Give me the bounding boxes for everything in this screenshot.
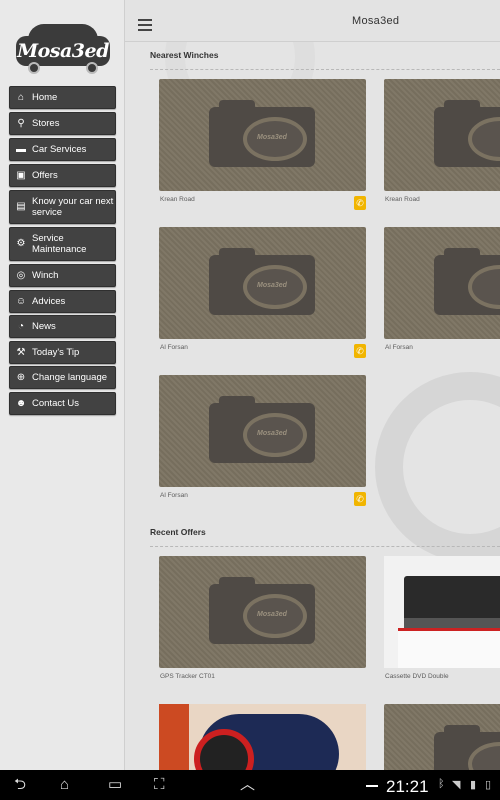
home-icon: ⌂ [17,91,25,103]
placeholder-stamp: Mosa3ed [257,282,287,289]
winch-card-title: Al Forsan [385,344,413,351]
sidebar-item-news[interactable]: ◔ News [9,315,116,338]
phone-icon[interactable]: ✆ [354,492,366,506]
offer-photo [384,556,500,668]
sidebar-item-next-service[interactable]: ▤ Know your car next service [9,190,116,224]
car-icon: ▬ [16,143,26,155]
offer-photo [159,704,366,770]
rss-icon: ◔ [17,320,25,332]
phone-icon[interactable]: ✆ [354,196,366,210]
logo-wheel-right [86,62,98,74]
wrench-icon: ⚒ [16,346,26,358]
winch-card-title: Krean Road [160,196,195,203]
signal-icon: ▮ [470,779,477,791]
sidebar-item-contact-us[interactable]: ☻ Contact Us [9,392,116,415]
sidebar-item-winch[interactable]: ◎ Winch [9,264,116,287]
sidebar-item-label: Today's Tip [32,347,80,358]
gear-icon: ⚙ [16,238,26,249]
dvd-box [398,628,500,668]
sidebar-item-todays-tip[interactable]: ⚒ Today's Tip [9,341,116,364]
app-logo[interactable]: Mosa3ed [14,22,112,74]
logo-wheel-left [28,62,40,74]
placeholder-stamp: Mosa3ed [257,430,287,437]
winch-card[interactable]: Mosa3ed Krean Road ✆ [159,79,366,211]
phone-icon[interactable]: ✆ [354,344,366,358]
calculator-icon: ▤ [16,201,26,212]
winch-card-title: Al Forsan [160,344,188,351]
winch-card[interactable]: Mosa3ed Al Forsan ✆ [159,375,366,507]
sidebar-item-label: Change language [32,372,108,383]
offer-card-title: Cassette DVD Double [385,673,449,680]
photo-curtain [159,704,189,770]
home-nav-icon[interactable]: ⌂ [60,776,69,794]
hamburger-menu-icon[interactable] [138,19,152,31]
sidebar-item-label: Advices [32,296,66,307]
status-clock: 21:21 [386,777,429,796]
menu-up-icon[interactable]: ︿ [240,776,255,794]
offer-card[interactable]: Mosa3ed GPS Tracker CT01 [159,556,366,688]
action-bar: Mosa3ed [125,0,500,42]
gear-background-icon [375,372,500,562]
notification-dash [366,785,378,787]
sidebar-item-label: Service Maintenance [32,233,87,255]
sidebar-item-service-maintenance[interactable]: ⚙ Service Maintenance [9,227,116,261]
sidebar-item-change-language[interactable]: ⊕ Change language [9,366,116,389]
main-content[interactable]: Nearest Winches Mosa3ed Krean Road ✆ Kre… [125,42,500,770]
sidebar-item-label: Stores [32,118,60,129]
placeholder-image: Mosa3ed [159,227,366,339]
sidebar-item-offers[interactable]: ▣ Offers [9,164,116,187]
logo-text: Mosa3ed [17,40,109,62]
sidebar-item-advices[interactable]: ☺ Advices [9,290,116,313]
ticket-icon: ▣ [16,169,26,181]
winch-card-title: Al Forsan [160,492,188,499]
recents-icon[interactable]: ▭ [108,776,122,794]
contacts-icon: ☻ [15,397,27,409]
wifi-icon: ◥ [452,779,461,791]
section-title-nearest-winches: Nearest Winches [150,50,219,60]
offer-card-title: GPS Tracker CT01 [160,673,215,680]
sidebar-item-car-services[interactable]: ▬ Car Services [9,138,116,161]
sidebar-item-label: News [32,321,56,332]
offer-card[interactable]: Cassette DVD Double [384,556,500,688]
offer-card[interactable] [159,704,366,770]
screenshot-icon[interactable]: ⛶ [154,776,165,794]
placeholder-image [384,227,500,339]
placeholder-image: Mosa3ed [159,375,366,487]
sidebar-item-label: Offers [32,170,58,181]
sidebar-item-stores[interactable]: ⚲ Stores [9,112,116,135]
lifebuoy-icon: ◎ [16,269,26,281]
back-icon[interactable]: ⮌ [14,776,26,794]
winch-card[interactable]: Al Forsan [384,227,500,359]
sidebar-item-label: Car Services [32,144,87,155]
winch-card-title: Krean Road [385,196,420,203]
sidebar-item-label: Home [32,92,58,103]
smiley-icon: ☺ [15,295,27,307]
placeholder-image: Mosa3ed [159,556,366,668]
battery-icon: ▯ [485,779,492,791]
section-title-recent-offers: Recent Offers [150,527,206,537]
sidebar-item-label: Know your car next service [32,196,114,218]
sidebar-item-label: Contact Us [32,398,79,409]
app-title: Mosa3ed [352,15,400,27]
sidebar: Mosa3ed ⌂ Home ⚲ Stores ▬ Car Services ▣… [0,0,125,770]
winch-card[interactable]: Krean Road [384,79,500,211]
placeholder-stamp: Mosa3ed [257,134,287,141]
section-divider [150,546,500,547]
sidebar-item-home[interactable]: ⌂ Home [9,86,116,109]
winch-card[interactable]: Mosa3ed Al Forsan ✆ [159,227,366,359]
placeholder-stamp: Mosa3ed [257,611,287,618]
system-nav-bar: ⮌ ⌂ ▭ ⛶ ︿ 21:21 ᛒ ◥ ▮ ▯ [0,770,500,800]
placeholder-image [384,79,500,191]
map-pin-icon: ⚲ [17,117,25,129]
placeholder-image [384,704,500,770]
bluetooth-icon: ᛒ [438,778,445,790]
placeholder-image: Mosa3ed [159,79,366,191]
section-divider [150,69,500,70]
sidebar-item-label: Winch [32,270,59,281]
globe-icon: ⊕ [16,371,26,383]
offer-card[interactable] [384,704,500,770]
